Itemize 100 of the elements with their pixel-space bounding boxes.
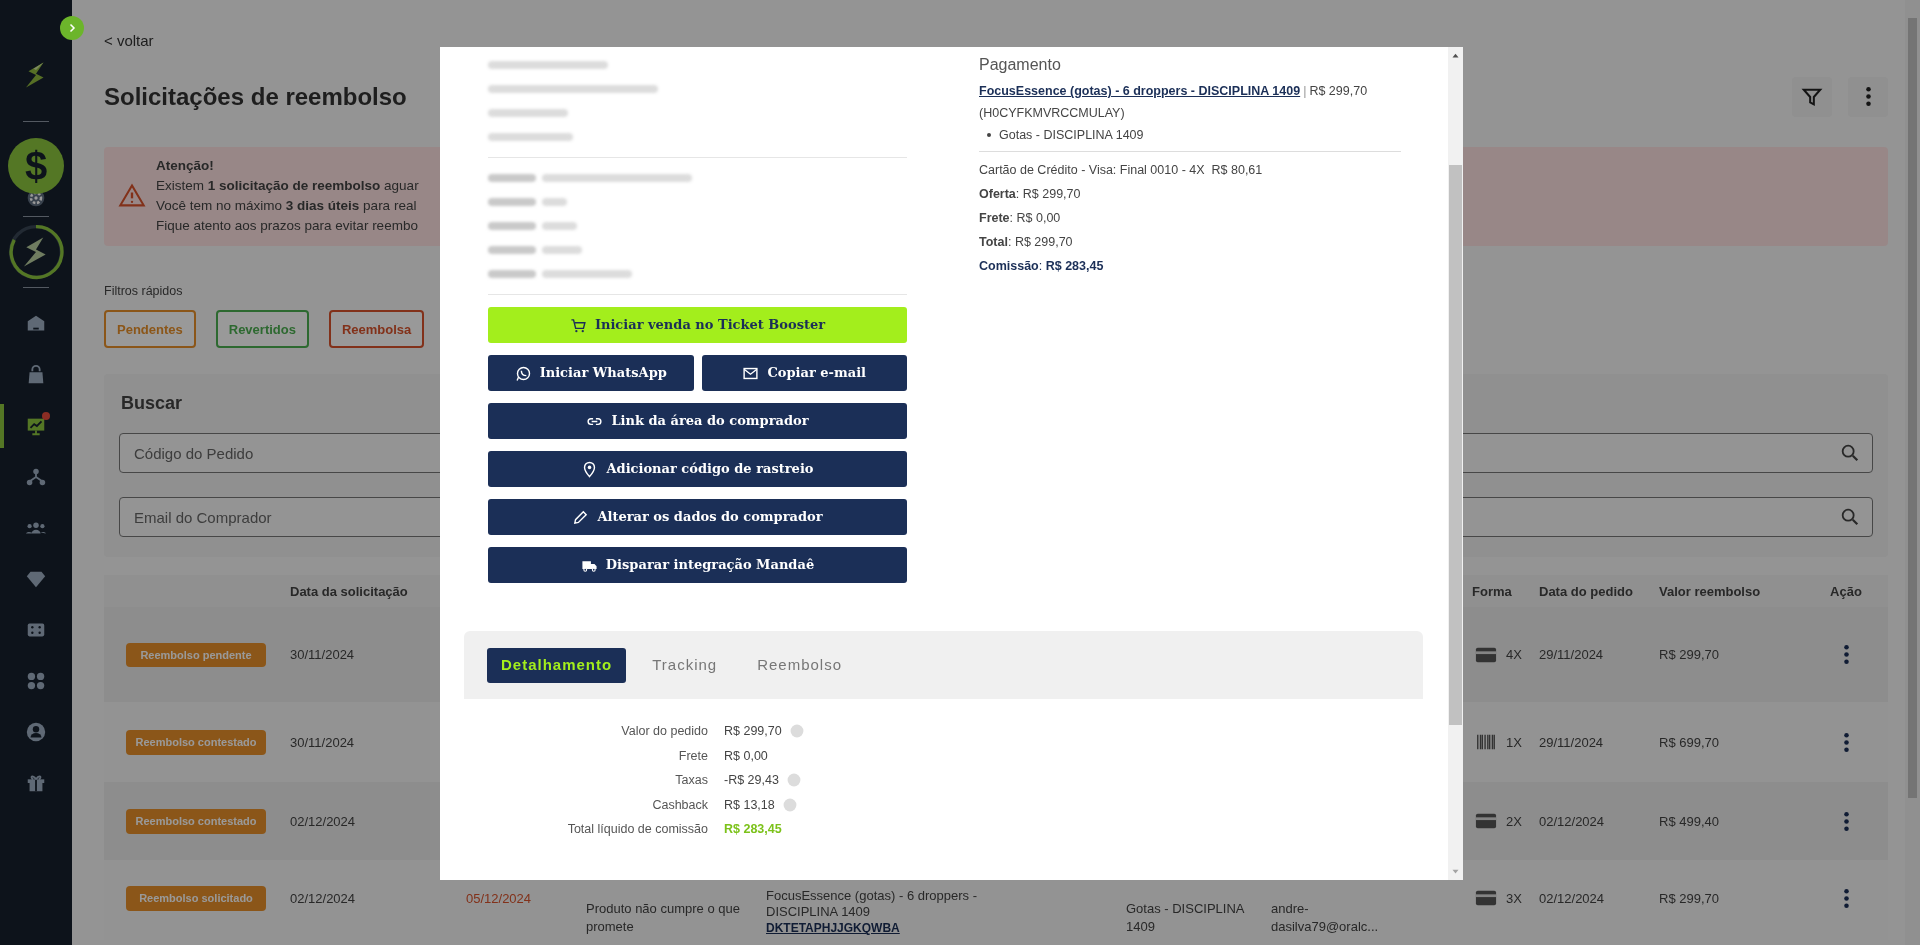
add-tracking-code-button[interactable]: Adicionar código de rastreio [488,451,907,487]
table-cell-text: 4X [1506,646,1522,664]
table-cell: 29/11/2024 [1539,647,1604,662]
whatsapp-button[interactable]: Iniciar WhatsApp [488,355,694,391]
quick-filters-label: Filtros rápidos [104,282,184,300]
table-cell: 05/12/2024 [466,890,532,906]
scroll-up-arrow-icon [1451,51,1460,60]
column-header: Forma [1472,582,1513,601]
table-cell: 02/12/2024 [1539,890,1605,906]
table-cell: R$ 299,70 [1659,647,1719,662]
order-code-link[interactable]: DKTETAPHJJGKQWBA [766,920,900,937]
redacted-text [488,222,536,230]
balance-button[interactable]: $ [8,138,64,194]
filter-button[interactable] [1792,76,1832,117]
product-price: R$ 299,70 [1309,84,1368,98]
search-title: Buscar [121,392,184,416]
table-cell: 29/11/2024 [1539,734,1604,750]
bullet-icon [987,133,991,137]
section-heading: Pagamento [979,55,1062,75]
redacted-text [542,198,567,206]
table-cell: 02/12/2024 [1539,813,1605,829]
more-options-button[interactable] [1848,76,1888,117]
scroll-down-arrow-icon [1451,867,1460,876]
tab[interactable]: Tracking [638,647,732,683]
modal-scrollbar[interactable] [1448,47,1463,880]
trigger-integration-button[interactable]: Disparar integração Mandaê [488,547,907,583]
detail-value: R$ 283,45 [724,821,782,838]
detail-label: Valor do pedido [620,723,708,740]
progress-ring-logo-icon [7,223,65,281]
table-cell-text: 2X [1506,812,1522,831]
payment-line: Frete: R$ 0,00 [979,210,1061,227]
edit-buyer-button[interactable]: Alterar os dados do comprador [488,499,907,535]
redacted-text [488,270,536,278]
user-circle-icon [25,720,47,743]
redacted-text [542,246,582,254]
table-cell: R$ 299,70 [1659,890,1719,906]
table-cell: 02/12/2024 [290,813,356,829]
detail-label: Taxas [674,772,708,789]
alert-text: Fique atento aos prazos para evitar reembo [156,217,419,235]
detail-value: R$ 299,70 [724,723,782,740]
kebab-menu-icon [1865,87,1871,106]
table-cell-text: 3X [1506,889,1522,908]
redacted-text [488,174,536,182]
back-link[interactable]: < voltar [104,30,154,53]
kebab-menu-icon [1843,811,1849,831]
table-cell: 30/11/2024 [290,647,355,662]
alert-title: Atenção! [156,157,215,175]
start-sale-button[interactable]: Iniciar venda no Ticket Booster [488,307,907,343]
redacted-text [488,246,536,254]
chat-bubble-icon [514,364,532,382]
status-badge: Reembolso contestado [126,730,266,755]
table-cell-text: Gotas - DISCIPLINA 1409 [1126,900,1246,937]
detail-label: Cashback [651,796,708,814]
alert-text: Existem 1 solicitação de reembolso aguar [156,177,419,195]
detail-label: Total líquido de comissão [566,821,708,838]
status-badge: Reembolso contestado [126,809,266,834]
table-cell-text: FocusEssence (gotas) - 6 droppers - DISCIPLINA 1409 [766,888,978,921]
redacted-text [542,222,577,230]
payment-line: Comissão: R$ 283,45 [979,258,1104,275]
table-cell-text: andre-dasilva79@oralc... [1271,900,1380,937]
product-code: (H0CYFKMVRCCMULAY) [979,105,1125,122]
kebab-menu-icon [1843,645,1849,665]
info-icon [782,797,797,812]
column-header: Valor reembolso [1659,582,1762,601]
payment-line: Oferta: R$ 299,70 [979,186,1081,203]
page-scrollbar[interactable] [1905,0,1920,945]
offer-name: Gotas - DISCIPLINA 1409 [999,127,1144,144]
status-badge: Reembolso solicitado [126,886,266,911]
column-header: Data da solicitação [290,582,409,601]
info-icon [786,773,801,788]
payment-method: Cartão de Crédito - Visa: Final 0010 - 4X R$ 80,61 [979,162,1263,179]
payment-line: Total: R$ 299,70 [979,234,1073,251]
table-cell: 02/12/2024 [290,890,356,906]
kebab-menu-icon [1843,888,1849,908]
separator: | [1303,84,1307,98]
redacted-text [488,198,536,206]
info-icon [789,724,804,739]
buyer-area-link-button[interactable]: Link da área do comprador [488,403,907,439]
table-cell: R$ 499,40 [1659,813,1719,829]
product-link[interactable]: FocusEssence (gotas) - 6 droppers - DISCIPLINA 1409 [979,84,1301,98]
table-cell: R$ 699,70 [1659,734,1719,750]
copy-email-button[interactable]: Copiar e-mail [701,355,907,391]
kebab-menu-icon [1843,732,1849,752]
detail-value: R$ 13,18 [724,796,775,814]
alert-text: Você tem no máximo 3 dias úteis para real [156,197,418,215]
tab[interactable]: Reembolso [743,647,857,683]
column-header: Data do pedido [1539,582,1634,601]
expand-button[interactable] [60,16,84,40]
detail-value: -R$ 29,43 [724,772,779,789]
status-badge: Reembolso pendente [126,642,266,667]
cart-icon [569,316,587,334]
detail-value: R$ 0,00 [724,747,768,765]
detail-label: Frete [677,747,708,765]
table-cell-text: 1X [1506,733,1522,752]
table-cell-text: Produto não cumpre o que promete [586,900,741,937]
tab[interactable]: Detalhamento [487,647,627,683]
column-header: Ação [1829,582,1863,601]
table-cell: 30/11/2024 [290,734,355,750]
pencil-icon [572,508,590,526]
page-title: Solicitações de reembolso [104,81,407,112]
